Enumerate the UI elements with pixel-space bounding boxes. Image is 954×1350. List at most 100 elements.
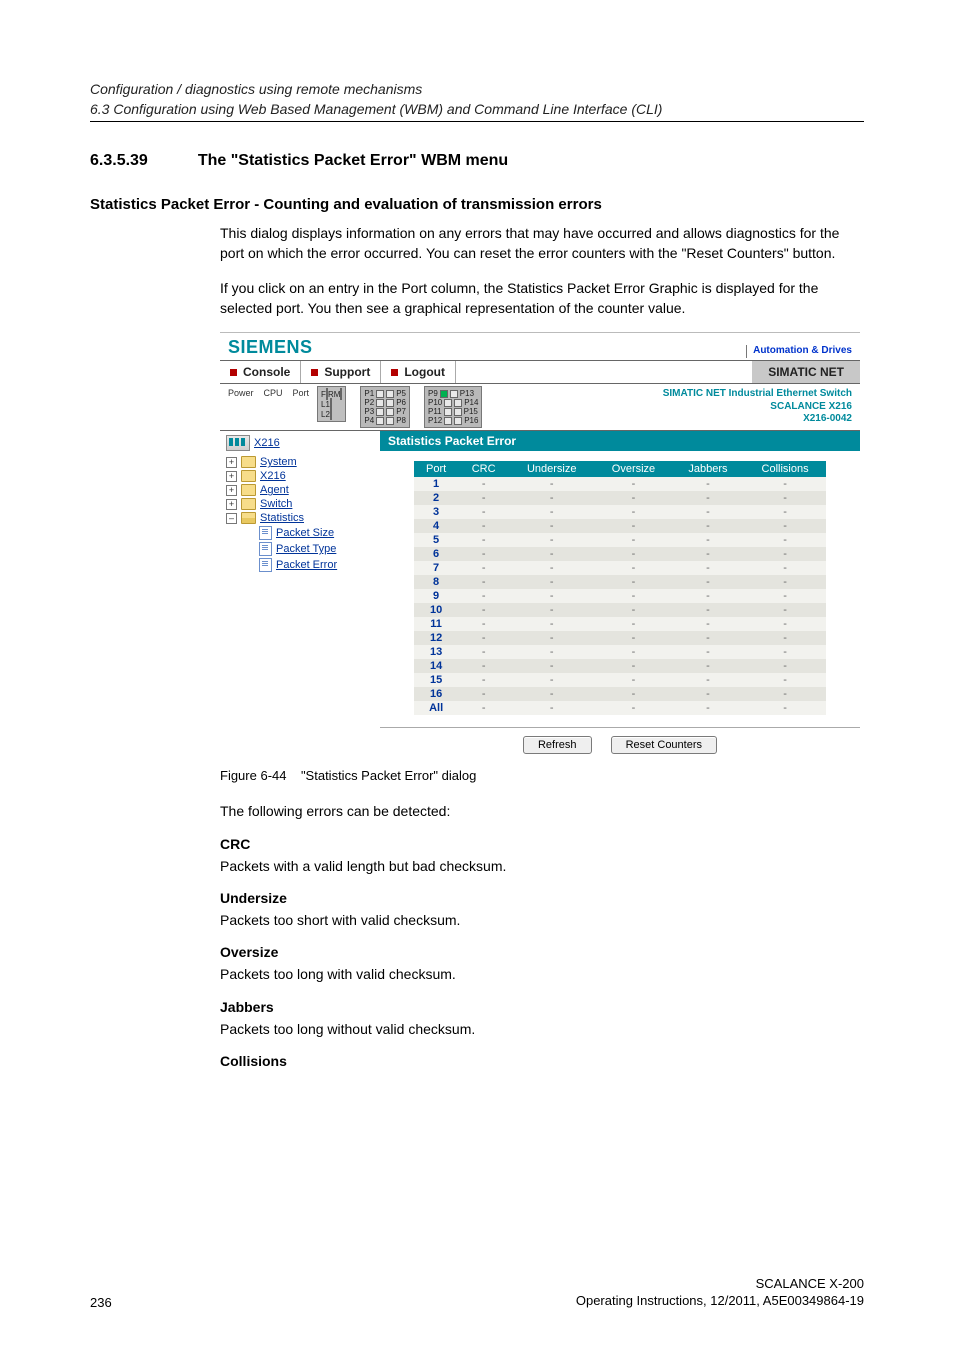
value-cell: - — [744, 631, 827, 645]
value-cell: - — [509, 477, 595, 491]
value-cell: - — [509, 505, 595, 519]
tree-item-switch[interactable]: Switch — [260, 498, 292, 510]
simatic-net-badge: SIMATIC NET — [752, 361, 860, 383]
value-cell: - — [595, 575, 672, 589]
value-cell: - — [595, 659, 672, 673]
tree-device-link[interactable]: X216 — [254, 437, 280, 449]
value-cell: - — [672, 561, 744, 575]
table-row: 6----- — [414, 547, 827, 561]
port-cell[interactable]: 9 — [414, 589, 459, 603]
document-icon — [259, 526, 272, 540]
value-cell: - — [744, 687, 827, 701]
tree-expander-agent[interactable]: + — [226, 485, 237, 496]
support-link[interactable]: Support — [301, 361, 381, 383]
tree-item-ptype[interactable]: Packet Type — [276, 543, 336, 555]
tree-item-perror[interactable]: Packet Error — [276, 559, 337, 571]
value-cell: - — [744, 533, 827, 547]
term-jabbers-text: Packets too long without valid checksum. — [220, 1019, 864, 1039]
tree-item-stats[interactable]: Statistics — [260, 512, 304, 524]
tree-expander-stats[interactable]: – — [226, 513, 237, 524]
figure-caption-text: "Statistics Packet Error" dialog — [301, 768, 476, 783]
value-cell: - — [744, 701, 827, 715]
value-cell: - — [509, 631, 595, 645]
topbar: Console Support Logout SIMATIC NET — [220, 360, 860, 384]
value-cell: - — [672, 491, 744, 505]
port-cell[interactable]: 5 — [414, 533, 459, 547]
logout-link[interactable]: Logout — [381, 361, 456, 383]
table-row: 14----- — [414, 659, 827, 673]
tree-item-x216[interactable]: X216 — [260, 470, 286, 482]
folder-open-icon — [241, 512, 256, 524]
console-link[interactable]: Console — [220, 361, 301, 383]
value-cell: - — [459, 477, 509, 491]
value-cell: - — [459, 547, 509, 561]
support-label: Support — [324, 365, 370, 379]
value-cell: - — [672, 603, 744, 617]
value-cell: - — [509, 547, 595, 561]
value-cell: - — [672, 519, 744, 533]
page-footer: 236 SCALANCE X-200 Operating Instruction… — [90, 1275, 864, 1310]
shelf-port1-label: Port — [293, 386, 310, 398]
port-cell[interactable]: 11 — [414, 617, 459, 631]
port-cell[interactable]: 13 — [414, 645, 459, 659]
term-crc-heading: CRC — [220, 836, 864, 852]
packet-error-table: PortCRCUndersizeOversizeJabbersCollision… — [414, 461, 827, 715]
value-cell: - — [595, 519, 672, 533]
value-cell: - — [744, 561, 827, 575]
logout-label: Logout — [404, 365, 445, 379]
port-cell[interactable]: 4 — [414, 519, 459, 533]
tree-expander-system[interactable]: + — [226, 457, 237, 468]
value-cell: - — [509, 673, 595, 687]
port-cell[interactable]: 7 — [414, 561, 459, 575]
value-cell: - — [459, 561, 509, 575]
port-cell[interactable]: 8 — [414, 575, 459, 589]
tree-expander-switch[interactable]: + — [226, 499, 237, 510]
value-cell: - — [459, 491, 509, 505]
port-cell[interactable]: 2 — [414, 491, 459, 505]
tree-item-agent[interactable]: Agent — [260, 484, 289, 496]
value-cell: - — [509, 701, 595, 715]
console-label: Console — [243, 365, 290, 379]
port-cell[interactable]: 15 — [414, 673, 459, 687]
tree-expander-x216[interactable]: + — [226, 471, 237, 482]
port-cell[interactable]: 12 — [414, 631, 459, 645]
table-row: 16----- — [414, 687, 827, 701]
reset-counters-button[interactable]: Reset Counters — [611, 736, 717, 754]
value-cell: - — [744, 603, 827, 617]
refresh-button[interactable]: Refresh — [523, 736, 592, 754]
port-cell[interactable]: 14 — [414, 659, 459, 673]
port-cell[interactable]: 10 — [414, 603, 459, 617]
device-id-line1: SIMATIC NET Industrial Ethernet Switch — [663, 388, 852, 401]
value-cell: - — [595, 673, 672, 687]
table-row: 10----- — [414, 603, 827, 617]
value-cell: - — [595, 631, 672, 645]
bullet-icon — [230, 369, 237, 376]
port-cell[interactable]: 3 — [414, 505, 459, 519]
device-shelf: Power CPU Port FRM L1 L2 P1P5 P2P6 P3P7 … — [220, 384, 860, 431]
value-cell: - — [672, 687, 744, 701]
port-cell[interactable]: 6 — [414, 547, 459, 561]
tree-item-psize[interactable]: Packet Size — [276, 527, 334, 539]
term-oversize-text: Packets too long with valid checksum. — [220, 964, 864, 984]
value-cell: - — [744, 477, 827, 491]
wbm-screenshot: SIEMENS Automation & Drives Console Supp… — [220, 332, 860, 760]
folder-icon — [241, 456, 256, 468]
tree-item-system[interactable]: System — [260, 456, 297, 468]
value-cell: - — [459, 603, 509, 617]
port-cell[interactable]: All — [414, 701, 459, 715]
term-jabbers-heading: Jabbers — [220, 999, 864, 1015]
value-cell: - — [672, 575, 744, 589]
port-cell[interactable]: 16 — [414, 687, 459, 701]
value-cell: - — [672, 673, 744, 687]
section-heading: 6.3.5.39 The "Statistics Packet Error" W… — [90, 152, 864, 170]
port-cell[interactable]: 1 — [414, 477, 459, 491]
folder-icon — [241, 484, 256, 496]
table-row: 7----- — [414, 561, 827, 575]
value-cell: - — [509, 575, 595, 589]
table-row: 15----- — [414, 673, 827, 687]
value-cell: - — [509, 519, 595, 533]
value-cell: - — [672, 589, 744, 603]
value-cell: - — [595, 603, 672, 617]
value-cell: - — [595, 617, 672, 631]
table-row: 4----- — [414, 519, 827, 533]
